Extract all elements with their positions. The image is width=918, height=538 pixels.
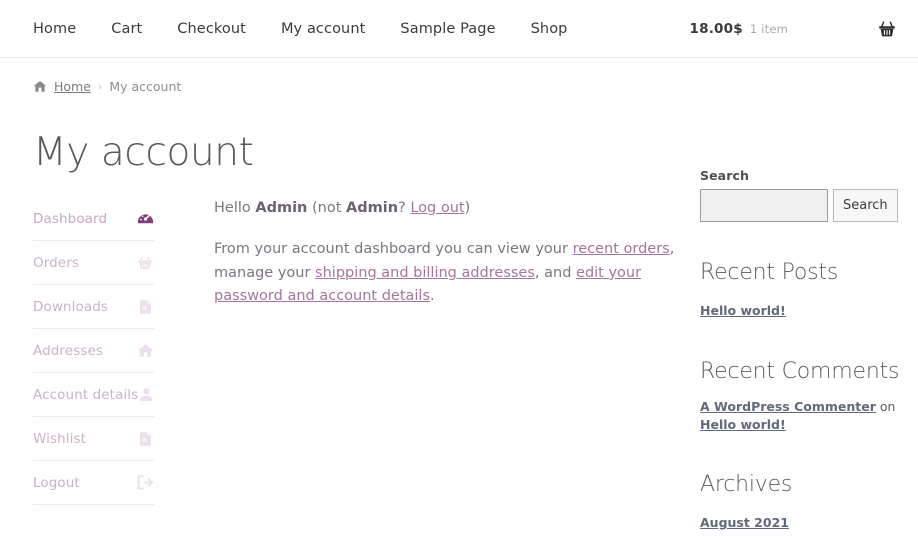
search-widget-label: Search — [700, 168, 749, 183]
account-nav-item-logout[interactable]: Logout — [33, 461, 154, 505]
house-icon — [136, 342, 154, 360]
greeting-not-prefix: (not — [307, 200, 347, 216]
account-nav-label: Logout — [33, 474, 80, 491]
main-navigation: Home Cart Checkout My account Sample Pag… — [33, 21, 567, 37]
account-nav-item-account-details[interactable]: Account details — [33, 373, 154, 417]
archive-link[interactable]: August 2021 — [700, 515, 789, 530]
account-nav-label: Dashboard — [33, 210, 108, 227]
account-nav-item-dashboard[interactable]: Dashboard — [33, 196, 154, 241]
description-part-1: From your account dashboard you can view… — [214, 241, 573, 258]
download-file-icon — [136, 298, 154, 316]
account-content: Hello Admin (not Admin? Log out) From yo… — [154, 196, 714, 505]
greeting-question: ? — [398, 200, 411, 216]
greeting-username: Admin — [255, 200, 308, 216]
breadcrumb-link-home[interactable]: Home — [54, 79, 91, 94]
greeting-closing: ) — [464, 200, 471, 216]
breadcrumb-separator: › — [97, 80, 103, 93]
recent-posts-title: Recent Posts — [700, 260, 839, 285]
archives-title: Archives — [700, 471, 793, 497]
basket-icon — [136, 254, 154, 272]
account-nav-label: Wishlist — [33, 430, 87, 447]
list-item: August 2021 — [700, 510, 900, 533]
greeting-hello: Hello — [214, 200, 256, 216]
account-nav-item-downloads[interactable]: Downloads — [33, 285, 154, 329]
search-widget: Search Search — [700, 168, 900, 222]
nav-item-home[interactable]: Home — [33, 21, 76, 37]
document-icon — [136, 430, 154, 448]
search-form: Search — [700, 189, 900, 222]
recent-comments-title: Recent Comments — [700, 359, 900, 385]
account-nav-label: Downloads — [33, 298, 109, 315]
cart-summary[interactable]: 18.00$ 1 item — [690, 0, 898, 57]
cart-item-count: 1 item — [749, 21, 788, 36]
addresses-link[interactable]: shipping and billing addresses — [315, 265, 535, 281]
logout-arrow-icon — [136, 474, 154, 492]
account-nav-item-addresses[interactable]: Addresses — [33, 329, 154, 373]
nav-item-sample-page[interactable]: Sample Page — [400, 21, 495, 37]
search-button[interactable]: Search — [833, 189, 898, 222]
nav-item-my-account[interactable]: My account — [281, 21, 365, 37]
greeting-paragraph: Hello Admin (not Admin? Log out) — [214, 197, 714, 220]
nav-item-checkout[interactable]: Checkout — [177, 21, 246, 37]
nav-item-cart[interactable]: Cart — [111, 21, 142, 37]
recent-posts-list: Hello world! — [700, 298, 900, 321]
dashboard-description: From your account dashboard you can view… — [214, 238, 714, 308]
cart-total: 18.00$ — [689, 20, 743, 37]
description-part-3: , and — [534, 264, 577, 281]
comment-on-text: on — [875, 398, 896, 414]
account-navigation: Dashboard Orders Downloads Addresses Acc… — [33, 196, 154, 505]
home-icon — [33, 80, 47, 94]
search-input[interactable] — [700, 189, 828, 222]
account-nav-label: Account details — [33, 386, 139, 403]
page-wrapper: My account Dashboard Orders Downloads Ad… — [0, 133, 918, 530]
nav-item-shop[interactable]: Shop — [531, 21, 568, 37]
list-item: A WordPress Commenter on Hello world! — [700, 398, 900, 434]
comment-post-link[interactable]: Hello world! — [700, 417, 786, 432]
archives-list: August 2021 — [700, 510, 900, 533]
recent-orders-link[interactable]: recent orders — [573, 241, 670, 257]
description-part-4: . — [430, 288, 435, 305]
recent-comments-list: A WordPress Commenter on Hello world! — [700, 398, 900, 434]
recent-comments-widget: Recent Comments A WordPress Commenter on… — [700, 360, 900, 433]
account-nav-item-wishlist[interactable]: Wishlist — [33, 417, 154, 461]
list-item: Hello world! — [700, 298, 900, 321]
breadcrumb-current: My account — [109, 79, 182, 94]
shopping-basket-icon[interactable] — [876, 18, 898, 40]
comment-author-link[interactable]: A WordPress Commenter — [700, 399, 876, 414]
site-sidebar: Search Search Recent Posts Hello world! … — [700, 133, 900, 538]
recent-post-link[interactable]: Hello world! — [700, 303, 786, 318]
dashboard-gauge-icon — [136, 210, 154, 228]
user-icon — [138, 386, 154, 404]
archives-widget: Archives August 2021 — [700, 471, 900, 533]
account-nav-label: Orders — [33, 254, 79, 271]
recent-posts-widget: Recent Posts Hello world! — [700, 260, 900, 321]
breadcrumb: Home › My account — [33, 79, 918, 94]
greeting-not-username: Admin — [346, 200, 399, 216]
account-nav-item-orders[interactable]: Orders — [33, 241, 154, 285]
site-header: Home Cart Checkout My account Sample Pag… — [0, 0, 918, 58]
account-nav-label: Addresses — [33, 342, 104, 359]
log-out-link[interactable]: Log out — [410, 200, 464, 216]
